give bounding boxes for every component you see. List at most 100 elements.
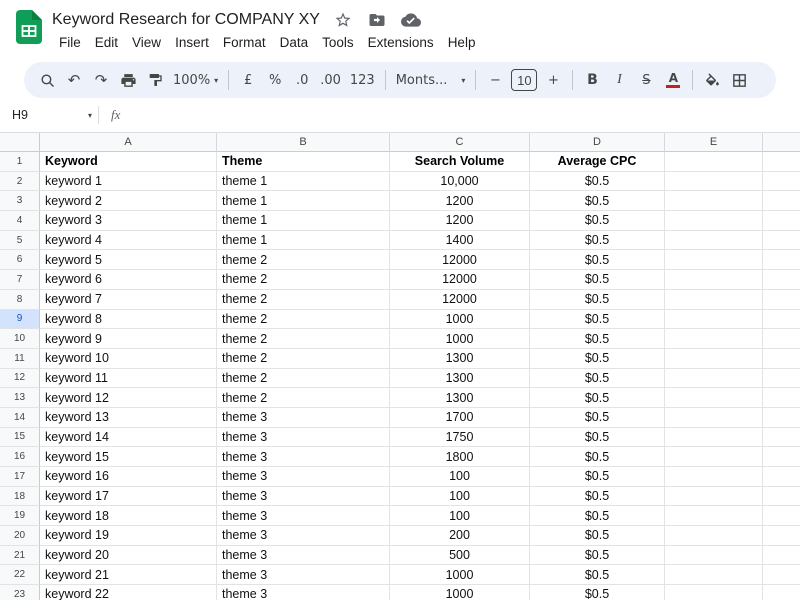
cell[interactable]: $0.5 <box>530 506 665 526</box>
cell[interactable]: keyword 7 <box>40 290 217 310</box>
row-header-20[interactable]: 20 <box>0 526 40 546</box>
cell[interactable]: keyword 16 <box>40 467 217 487</box>
cell[interactable] <box>763 172 800 192</box>
cell[interactable]: $0.5 <box>530 172 665 192</box>
cell[interactable]: 1800 <box>390 447 530 467</box>
cell[interactable]: $0.5 <box>530 546 665 566</box>
row-header-17[interactable]: 17 <box>0 467 40 487</box>
cell[interactable]: $0.5 <box>530 467 665 487</box>
cell[interactable]: $0.5 <box>530 290 665 310</box>
row-header-23[interactable]: 23 <box>0 585 40 600</box>
column-header-c[interactable]: C <box>390 133 530 152</box>
cell[interactable] <box>763 329 800 349</box>
cell[interactable]: 1200 <box>390 211 530 231</box>
cell[interactable] <box>763 270 800 290</box>
cell[interactable]: theme 2 <box>217 290 390 310</box>
cell[interactable]: 1400 <box>390 231 530 251</box>
font-size-input[interactable]: 10 <box>511 69 537 91</box>
cell[interactable]: keyword 18 <box>40 506 217 526</box>
cell[interactable] <box>665 329 763 349</box>
cell[interactable]: keyword 20 <box>40 546 217 566</box>
cell[interactable] <box>665 250 763 270</box>
cell[interactable]: 1300 <box>390 388 530 408</box>
cell[interactable]: theme 2 <box>217 388 390 408</box>
cell[interactable]: 12000 <box>390 270 530 290</box>
cell[interactable] <box>665 270 763 290</box>
cell[interactable]: $0.5 <box>530 526 665 546</box>
cell[interactable]: 1200 <box>390 191 530 211</box>
cell[interactable]: theme 3 <box>217 526 390 546</box>
cell[interactable] <box>763 546 800 566</box>
more-formats-button[interactable]: 123 <box>346 67 379 93</box>
cell[interactable] <box>763 585 800 600</box>
cell[interactable] <box>665 388 763 408</box>
paint-format-button[interactable] <box>142 67 168 93</box>
cell[interactable]: 200 <box>390 526 530 546</box>
move-folder-icon[interactable] <box>366 9 388 31</box>
cell[interactable] <box>665 585 763 600</box>
cell[interactable]: theme 1 <box>217 231 390 251</box>
italic-button[interactable]: I <box>606 67 632 93</box>
row-header-19[interactable]: 19 <box>0 506 40 526</box>
cell[interactable]: $0.5 <box>530 250 665 270</box>
row-header-4[interactable]: 4 <box>0 211 40 231</box>
row-header-6[interactable]: 6 <box>0 250 40 270</box>
cell[interactable]: keyword 22 <box>40 585 217 600</box>
increase-font-size-button[interactable]: + <box>540 67 566 93</box>
print-button[interactable] <box>115 67 141 93</box>
name-box[interactable]: H9 ▾ <box>12 108 92 122</box>
cell[interactable]: keyword 14 <box>40 428 217 448</box>
cell[interactable] <box>665 231 763 251</box>
redo-button[interactable]: ↷ <box>88 67 114 93</box>
cell[interactable]: keyword 6 <box>40 270 217 290</box>
cell[interactable]: 1700 <box>390 408 530 428</box>
cell[interactable]: 100 <box>390 506 530 526</box>
row-header-13[interactable]: 13 <box>0 388 40 408</box>
cell[interactable] <box>665 172 763 192</box>
cloud-status-icon[interactable] <box>400 9 422 31</box>
cell[interactable]: 1000 <box>390 585 530 600</box>
row-header-21[interactable]: 21 <box>0 546 40 566</box>
cell[interactable] <box>763 526 800 546</box>
cell[interactable]: $0.5 <box>530 585 665 600</box>
menu-item-format[interactable]: Format <box>216 33 273 52</box>
cell[interactable]: keyword 12 <box>40 388 217 408</box>
cell[interactable]: keyword 8 <box>40 310 217 330</box>
menu-item-help[interactable]: Help <box>441 33 483 52</box>
cell[interactable]: $0.5 <box>530 310 665 330</box>
cell[interactable]: keyword 2 <box>40 191 217 211</box>
cell[interactable]: theme 1 <box>217 211 390 231</box>
search-icon[interactable] <box>34 67 60 93</box>
fill-color-button[interactable] <box>699 67 725 93</box>
cell[interactable]: $0.5 <box>530 349 665 369</box>
cell[interactable] <box>763 487 800 507</box>
decrease-font-size-button[interactable]: − <box>482 67 508 93</box>
row-header-14[interactable]: 14 <box>0 408 40 428</box>
cell[interactable] <box>763 369 800 389</box>
row-header-2[interactable]: 2 <box>0 172 40 192</box>
currency-format-button[interactable]: £ <box>235 67 261 93</box>
cell[interactable] <box>763 152 800 172</box>
cell[interactable] <box>763 467 800 487</box>
cell[interactable]: theme 1 <box>217 191 390 211</box>
cell[interactable]: keyword 21 <box>40 565 217 585</box>
star-icon[interactable] <box>332 9 354 31</box>
cell[interactable]: keyword 3 <box>40 211 217 231</box>
decrease-decimal-button[interactable]: .0 <box>289 67 315 93</box>
cell[interactable]: keyword 11 <box>40 369 217 389</box>
cell[interactable]: theme 2 <box>217 270 390 290</box>
cell[interactable] <box>665 290 763 310</box>
row-header-18[interactable]: 18 <box>0 487 40 507</box>
cell[interactable]: theme 3 <box>217 565 390 585</box>
cell[interactable]: $0.5 <box>530 270 665 290</box>
cell[interactable]: $0.5 <box>530 408 665 428</box>
cell[interactable] <box>763 408 800 428</box>
cell[interactable]: theme 2 <box>217 250 390 270</box>
column-header-d[interactable]: D <box>530 133 665 152</box>
cell[interactable]: keyword 9 <box>40 329 217 349</box>
cell[interactable]: keyword 13 <box>40 408 217 428</box>
menu-item-file[interactable]: File <box>52 33 88 52</box>
cell[interactable]: Theme <box>217 152 390 172</box>
cell[interactable]: $0.5 <box>530 231 665 251</box>
row-header-12[interactable]: 12 <box>0 369 40 389</box>
